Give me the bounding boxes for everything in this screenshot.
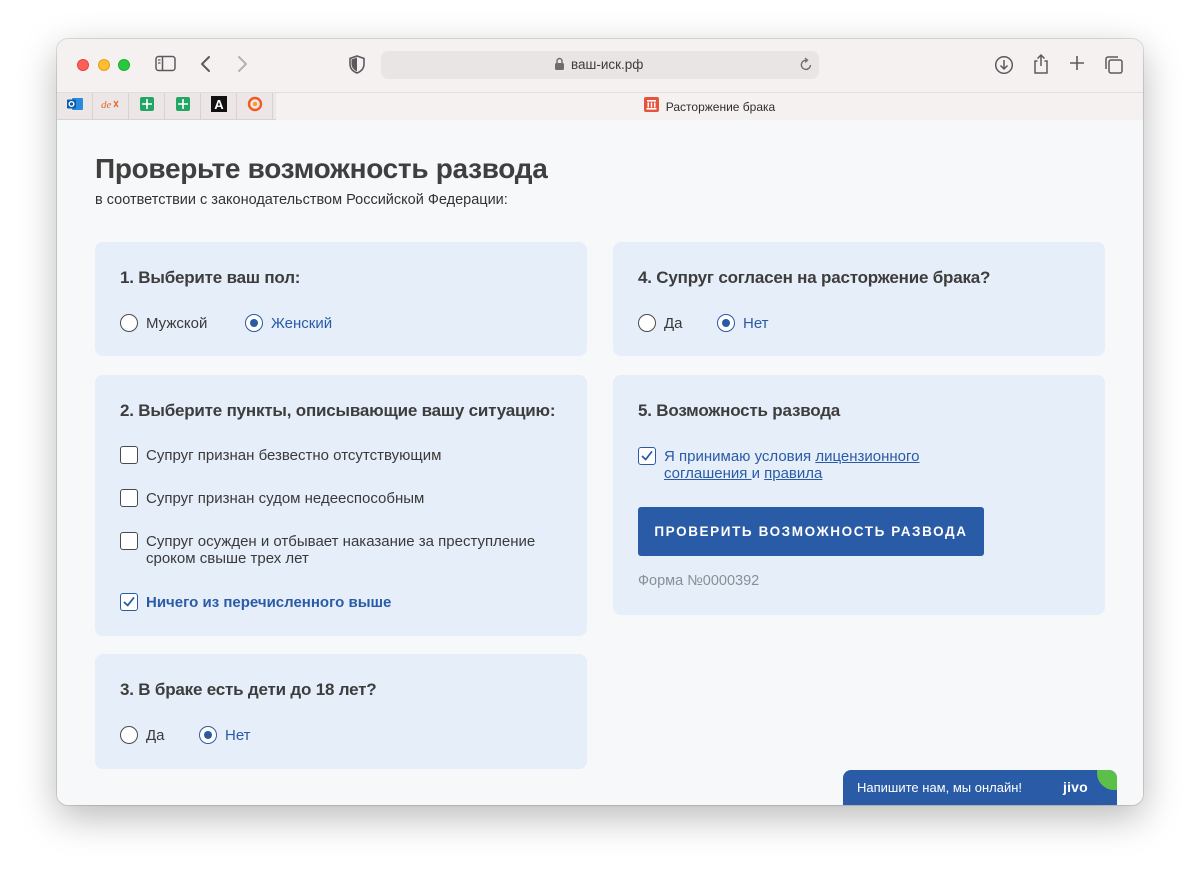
jivo-logo: jivo (1063, 779, 1088, 795)
option-label: Супруг признан судом недееспособным (146, 490, 425, 507)
pinned-tab-sheets-1[interactable] (129, 93, 165, 120)
situation-option-incapable[interactable]: Супруг признан судом недееспособным (120, 489, 424, 507)
back-icon[interactable] (200, 55, 212, 73)
checkbox-checked[interactable] (638, 447, 656, 465)
question-title: 2. Выберите пункты, описывающие вашу сит… (120, 401, 556, 420)
downloads-icon[interactable] (994, 55, 1014, 75)
checkmark-icon (641, 451, 653, 461)
divorce-possibility-card: 5. Возможность развода Я принимаю услови… (613, 375, 1105, 615)
question-children-card: 3. В браке есть дети до 18 лет? Да Нет (95, 654, 587, 769)
chat-prompt: Напишите нам, мы онлайн! (857, 780, 1023, 795)
forward-icon[interactable] (236, 55, 248, 73)
option-label: Да (146, 727, 165, 744)
leaf-icon (1097, 770, 1117, 790)
consent-option-no[interactable]: Нет (717, 314, 769, 332)
agreement-prefix: Я принимаю условия (664, 448, 816, 465)
option-label: Женский (271, 315, 333, 332)
pinned-tab-font[interactable]: A (201, 93, 237, 120)
question-title: 5. Возможность развода (638, 401, 841, 420)
rules-link[interactable]: правила (764, 465, 822, 482)
question-title: 1. Выберите ваш пол: (120, 268, 301, 287)
question-consent-card: 4. Супруг согласен на расторжение брака?… (613, 242, 1105, 356)
radio-button[interactable] (638, 314, 656, 332)
option-label: Мужской (146, 315, 208, 332)
question-title: 4. Супруг согласен на расторжение брака? (638, 268, 991, 287)
checkmark-icon (123, 597, 135, 607)
question-gender-card: 1. Выберите ваш пол: Мужской Женский (95, 242, 587, 356)
checkbox[interactable] (120, 489, 138, 507)
license-agreement-checkbox[interactable]: Я принимаю условия лицензионного соглаше… (638, 447, 954, 482)
question-situation-card: 2. Выберите пункты, описывающие вашу сит… (95, 375, 587, 636)
option-label: Нет (225, 727, 251, 744)
option-label: Ничего из перечисленного выше (146, 594, 392, 611)
agreement-conjunction: и (751, 465, 765, 482)
option-label: Нет (743, 315, 769, 332)
option-label: Супруг признан безвестно отсутствующим (146, 447, 442, 464)
situation-option-missing[interactable]: Супруг признан безвестно отсутствующим (120, 446, 441, 464)
question-title: 3. В браке есть дети до 18 лет? (120, 680, 377, 699)
check-divorce-button[interactable]: ПРОВЕРИТЬ ВОЗМОЖНОСТЬ РАЗВОДА (638, 507, 984, 556)
outlook-icon (66, 96, 84, 117)
checkbox[interactable] (120, 446, 138, 464)
pinned-tab-outlook[interactable] (57, 93, 93, 120)
situation-option-none[interactable]: Ничего из перечисленного выше (120, 593, 391, 611)
pinned-tab-sheets-2[interactable] (165, 93, 201, 120)
address-bar[interactable]: ваш-иск.рф (381, 51, 819, 79)
radio-button[interactable] (120, 314, 138, 332)
option-label: Супруг осужден и отбывает наказание за п… (146, 533, 536, 567)
radio-button[interactable] (120, 726, 138, 744)
url-text: ваш-иск.рф (571, 57, 644, 72)
reload-icon[interactable] (799, 57, 813, 77)
page-title: Проверьте возможность развода (95, 153, 548, 184)
zoom-window-button[interactable] (118, 59, 130, 71)
gender-option-male[interactable]: Мужской (120, 314, 207, 332)
checkbox[interactable] (120, 532, 138, 550)
sheets-icon (175, 96, 191, 117)
browser-window: ваш-иск.рф de A Расторжение брака Провер… (57, 39, 1143, 805)
children-option-no[interactable]: Нет (199, 726, 251, 744)
page-content: Проверьте возможность развода в соответс… (57, 121, 1143, 805)
radio-button-selected[interactable] (245, 314, 263, 332)
radio-button-selected[interactable] (199, 726, 217, 744)
svg-text:A: A (214, 97, 224, 112)
grafana-icon (247, 96, 263, 117)
browser-toolbar: ваш-иск.рф (57, 39, 1143, 92)
pinned-tab-devtools[interactable]: de (93, 93, 129, 120)
form-number: Форма №0000392 (638, 573, 760, 589)
tab-overview-icon[interactable] (1104, 55, 1124, 75)
devtools-icon: de (101, 97, 121, 116)
radio-button-selected[interactable] (717, 314, 735, 332)
page-subtitle: в соответствии с законодательством Росси… (95, 192, 508, 208)
active-tab[interactable]: Расторжение брака (276, 93, 1143, 120)
minimize-window-button[interactable] (98, 59, 110, 71)
new-tab-icon[interactable] (1069, 55, 1085, 71)
gender-option-female[interactable]: Женский (245, 314, 332, 332)
font-icon: A (210, 96, 227, 117)
chat-widget[interactable]: Напишите нам, мы онлайн! jivo (843, 770, 1117, 805)
tab-title: Расторжение брака (665, 99, 776, 114)
agreement-text: Я принимаю условия лицензионного соглаше… (664, 447, 954, 482)
share-icon[interactable] (1032, 53, 1050, 75)
situation-option-convicted[interactable]: Супруг осужден и отбывает наказание за п… (120, 532, 556, 567)
site-favicon (643, 96, 659, 117)
option-label: Да (664, 315, 683, 332)
close-window-button[interactable] (77, 59, 89, 71)
consent-option-yes[interactable]: Да (638, 314, 683, 332)
children-option-yes[interactable]: Да (120, 726, 165, 744)
sheets-icon (139, 96, 155, 117)
sidebar-toggle-icon[interactable] (155, 55, 177, 73)
tab-bar: de A Расторжение брака (57, 92, 1143, 120)
lock-icon (554, 57, 565, 76)
privacy-shield-icon[interactable] (349, 55, 365, 74)
svg-text:de: de (101, 99, 112, 111)
pinned-tab-grafana[interactable] (237, 93, 273, 120)
checkbox-checked[interactable] (120, 593, 138, 611)
